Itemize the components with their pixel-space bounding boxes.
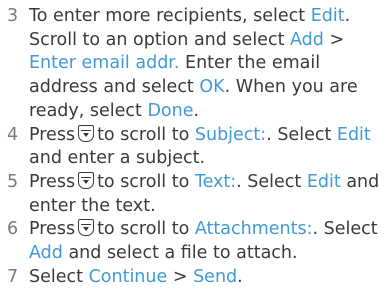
step-number: 5 [7,171,19,192]
instruction-steps: 3 To enter more recipients, select Edit.… [0,0,385,289]
step-number: 6 [7,219,19,240]
menu-enter-email-link: Enter email addr. [29,53,180,74]
softkey-continue-link: Continue [88,266,168,287]
softkey-ok-link: OK [199,77,225,98]
text-run: Press [29,219,76,240]
step-6: 6 Press to scroll to Attachments:. Select… [0,218,385,265]
step-text: Press to scroll to Text:. Select Edit and… [29,171,385,218]
text-run: and enter a subject. [29,148,206,169]
text-run: . Select [236,171,307,192]
softkey-done-link: Done [147,100,194,121]
navigation-key-down-icon [78,124,95,142]
step-3: 3 To enter more recipients, select Edit.… [0,5,385,124]
text-run: . Select [266,124,337,145]
step-7: 7 Select Continue > Send. [0,266,385,290]
softkey-edit-link: Edit [336,124,371,145]
text-run: Press [29,124,76,145]
text-run: > [167,266,194,287]
step-4: 4 Press to scroll to Subject:. Select Edi… [0,124,385,171]
step-5: 5 Press to scroll to Text:. Select Edit a… [0,171,385,218]
text-run: to scroll to [97,171,195,192]
step-number: 4 [7,124,19,145]
step-text: Press to scroll to Subject:. Select Edit … [29,124,385,171]
text-run: and select a file to attach. [62,243,298,264]
navigation-key-down-icon [78,219,95,237]
text-run: Select [29,266,89,287]
text-run: to scroll to [97,124,195,145]
softkey-edit-link: Edit [306,171,341,192]
text-run: . [237,266,243,287]
softkey-add-link: Add [290,29,324,50]
step-text: Select Continue > Send. [29,266,385,290]
step-number: 3 [7,6,19,26]
navigation-key-down-icon [78,171,95,189]
step-text: Press to scroll to Attachments:. Select A… [29,218,385,265]
field-subject-link: Subject: [194,124,267,145]
softkey-add-link: Add [29,243,63,264]
step-number: 7 [7,266,19,287]
field-text-link: Text: [194,171,237,192]
field-attachments-link: Attachments: [194,219,313,240]
text-run: To enter more recipients, select [29,6,311,26]
step-text: To enter more recipients, select Edit. S… [29,5,385,124]
softkey-edit-link: Edit [310,6,345,26]
softkey-send-link: Send [193,266,238,287]
text-run: . [193,100,200,121]
text-run: > [323,29,345,50]
text-run: Press [29,171,76,192]
text-run: to scroll to [97,219,195,240]
text-run: . Select [312,219,378,240]
